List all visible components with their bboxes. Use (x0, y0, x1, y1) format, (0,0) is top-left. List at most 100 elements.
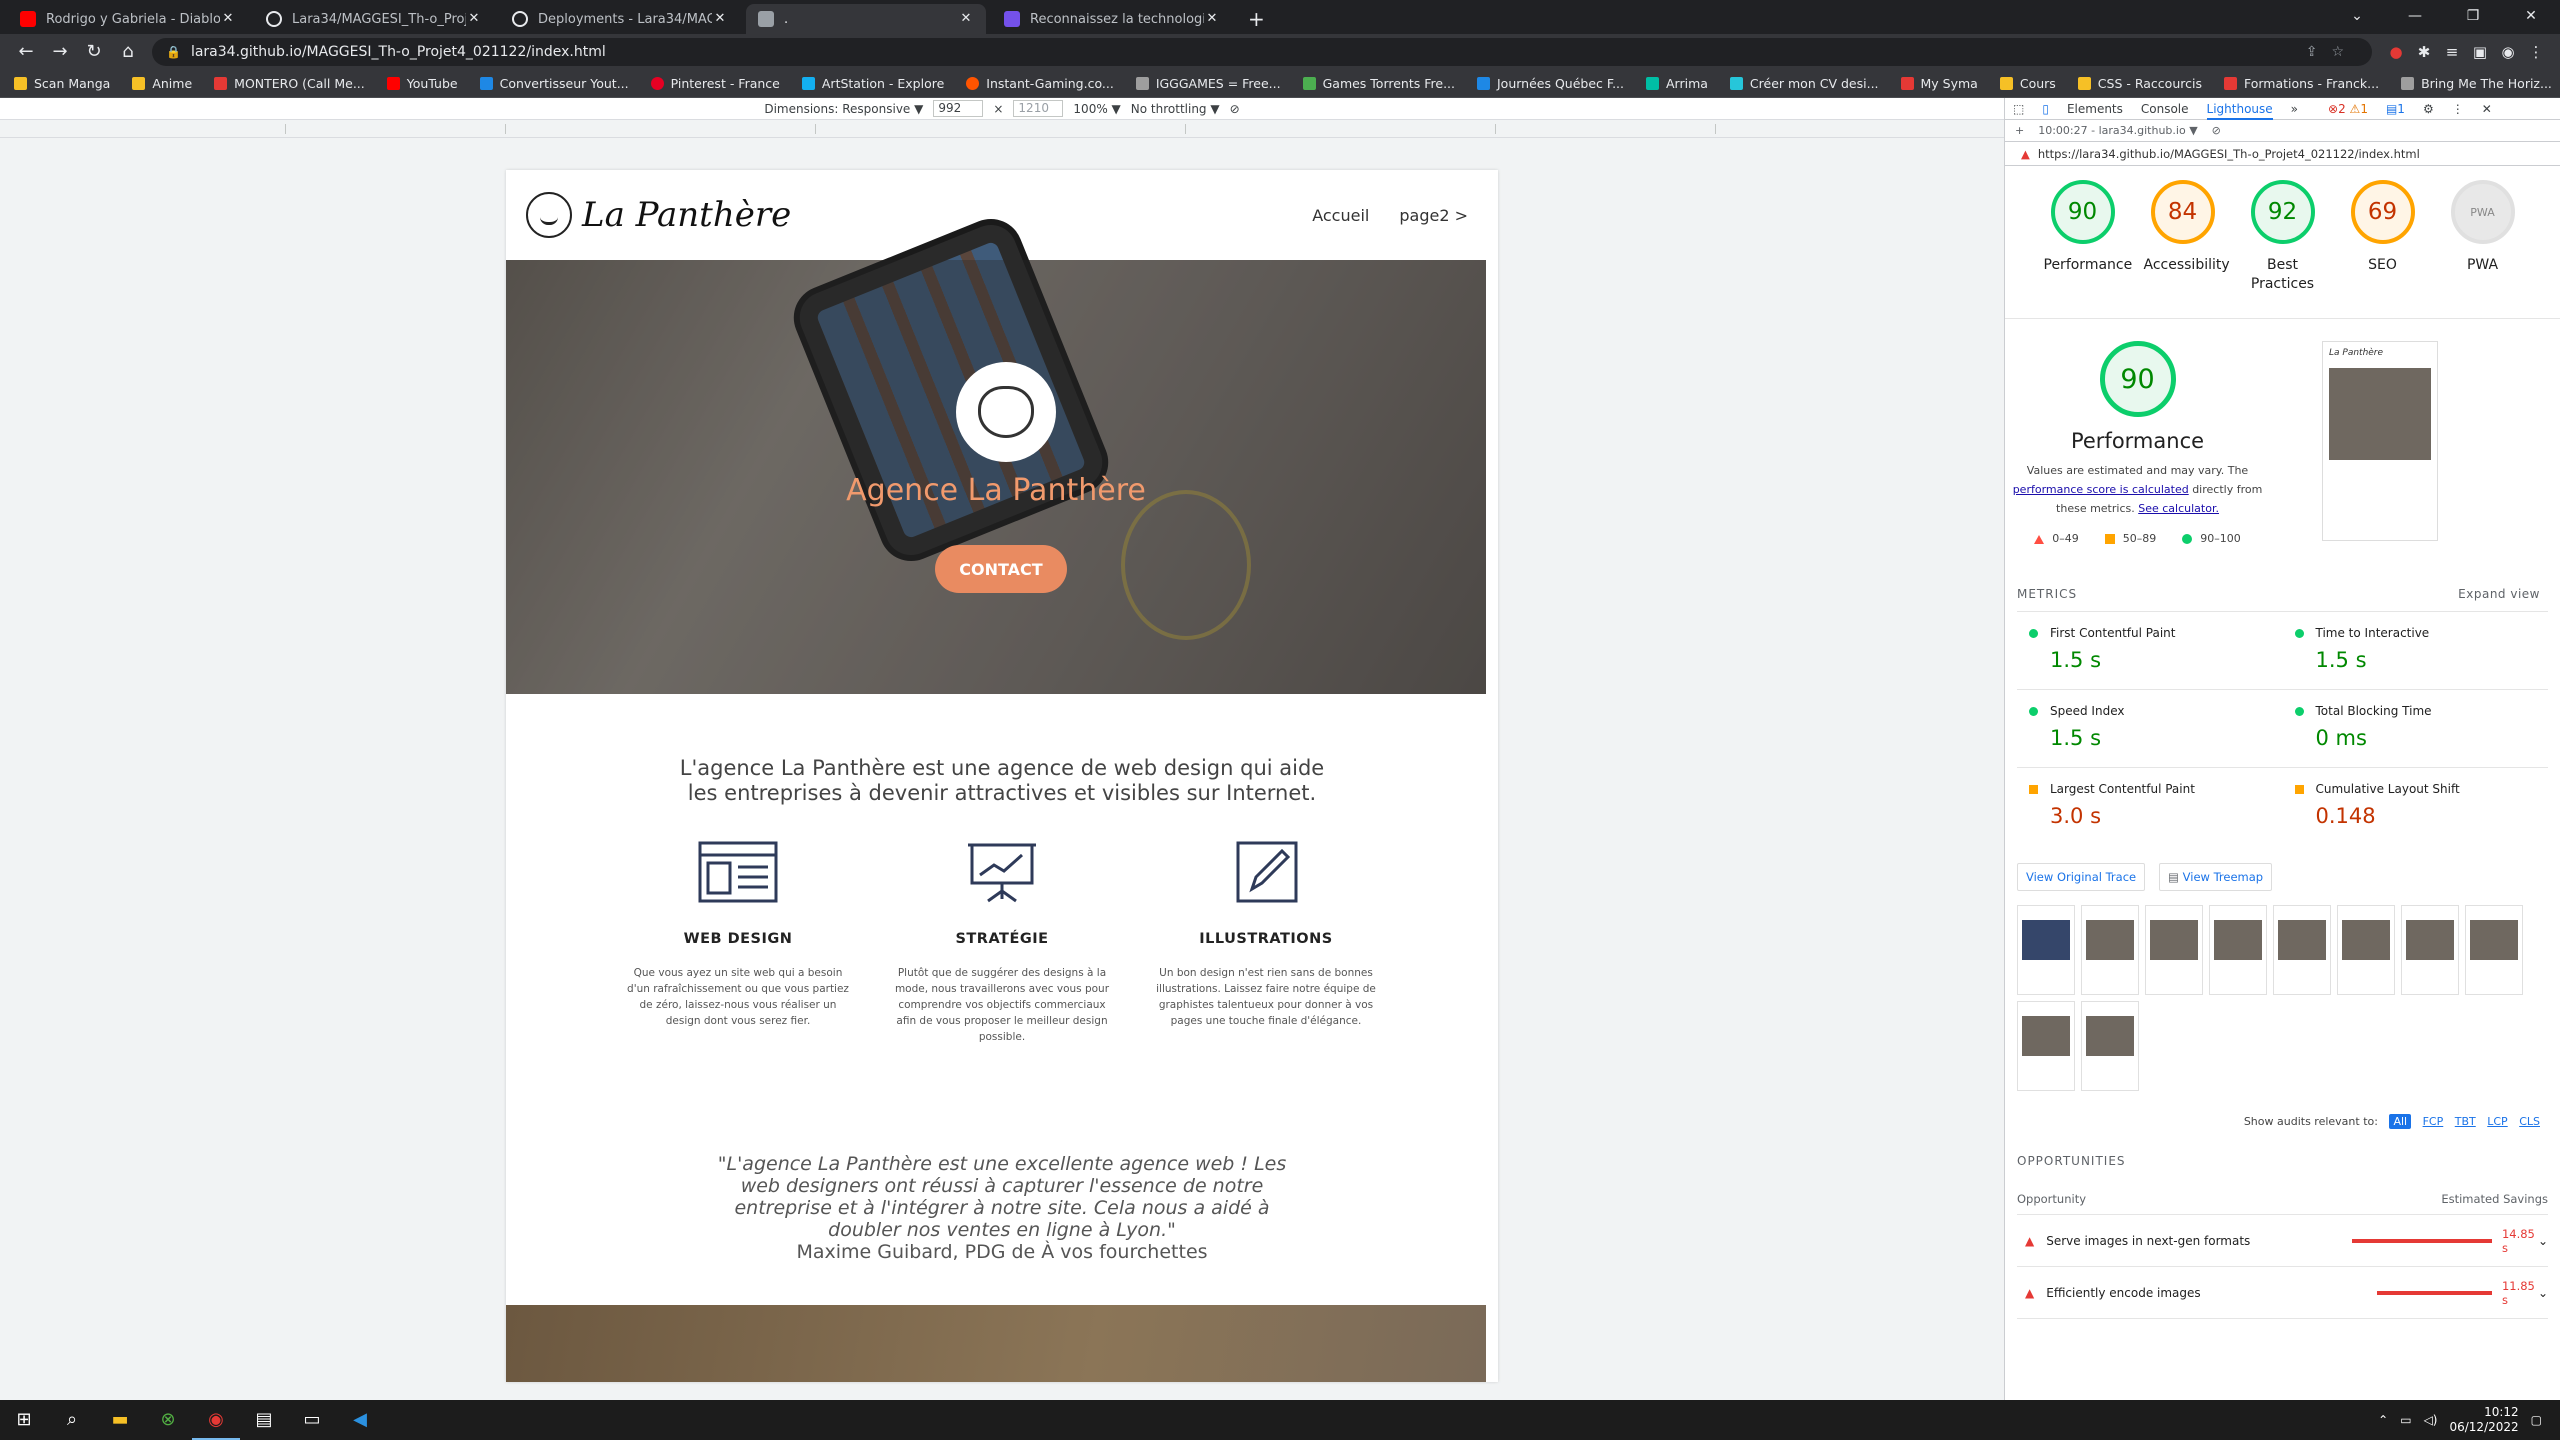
network-icon[interactable]: ▭ (2400, 1413, 2411, 1427)
close-icon[interactable]: ✕ (466, 11, 482, 27)
clock[interactable]: 10:12 06/12/2022 (2449, 1405, 2518, 1435)
tab-search-icon[interactable]: ⌄ (2328, 0, 2386, 32)
browser-tab-active[interactable]: . ✕ (746, 4, 986, 34)
bookmark[interactable]: Cours (1999, 76, 2056, 91)
expand-view-toggle[interactable]: Expand view (2458, 587, 2540, 601)
browser-tab[interactable]: Rodrigo y Gabriela - Diablo Rojo✕ (8, 4, 248, 34)
file-explorer-icon[interactable]: ▬ (96, 1400, 144, 1440)
bookmark[interactable]: Journées Québec F... (1477, 76, 1624, 91)
media-icon[interactable]: ≡ (2438, 38, 2466, 66)
bookmark[interactable]: Convertisseur Yout... (479, 76, 629, 91)
bookmark[interactable]: My Syma (1900, 76, 1978, 91)
browser-tab[interactable]: Reconnaissez la technologie d'un✕ (992, 4, 1232, 34)
nav-link-page2[interactable]: page2 > (1399, 206, 1468, 225)
volume-icon[interactable]: ◁) (2424, 1413, 2438, 1427)
browser-tab[interactable]: Deployments - Lara34/MAGGESI_✕ (500, 4, 740, 34)
bookmark[interactable]: Instant-Gaming.co... (966, 76, 1114, 91)
back-button[interactable]: ← (10, 36, 42, 68)
settings-icon[interactable]: ⚙ (2423, 102, 2434, 116)
sidepanel-icon[interactable]: ▣ (2466, 38, 2494, 66)
close-icon[interactable]: ✕ (958, 11, 974, 27)
terminal-icon[interactable]: ▭ (288, 1400, 336, 1440)
tab-console[interactable]: Console (2141, 102, 2189, 116)
bookmark[interactable]: Formations - Franck... (2223, 76, 2379, 91)
more-tabs-icon[interactable]: » (2291, 102, 2298, 116)
reload-button[interactable]: ↻ (78, 36, 110, 68)
new-tab-button[interactable]: + (1248, 4, 1265, 34)
width-input[interactable]: 992 (933, 100, 984, 117)
menu-icon[interactable]: ⋮ (2522, 38, 2550, 66)
home-button[interactable]: ⌂ (112, 36, 144, 68)
report-url[interactable]: https://lara34.github.io/MAGGESI_Th-o_Pr… (2038, 147, 2420, 161)
xbox-icon[interactable]: ⊗ (144, 1400, 192, 1440)
zoom-select[interactable]: 100% ▼ (1073, 102, 1120, 116)
chrome-icon[interactable]: ◉ (192, 1400, 240, 1440)
restore-button[interactable]: ❐ (2444, 0, 2502, 32)
gauge-performance[interactable]: 90 Performance (2044, 180, 2132, 294)
clear-icon[interactable]: ⊘ (2212, 124, 2221, 137)
puzzle-icon[interactable]: ✱ (2410, 38, 2438, 66)
forward-button[interactable]: → (44, 36, 76, 68)
filter-cls[interactable]: CLS (2519, 1115, 2540, 1128)
rotate-icon[interactable]: ⊘ (1230, 102, 1240, 116)
star-icon[interactable]: ☆ (2331, 44, 2358, 60)
bookmark[interactable]: YouTube (386, 76, 458, 91)
bookmark[interactable]: MONTERO (Call Me... (214, 76, 365, 91)
bookmark[interactable]: Games Torrents Fre... (1302, 76, 1455, 91)
close-icon[interactable]: ✕ (1204, 11, 1220, 27)
chevron-down-icon[interactable]: ⌄ (2538, 1286, 2548, 1300)
bookmark[interactable]: IGGGAMES = Free... (1135, 76, 1281, 91)
gauge-pwa[interactable]: PWA PWA (2444, 180, 2522, 294)
close-icon[interactable]: ✕ (220, 11, 236, 27)
close-devtools-icon[interactable]: ✕ (2482, 102, 2492, 116)
opportunity-row[interactable]: ▲ Serve images in next-gen formats 14.85 s… (2017, 1215, 2548, 1267)
score-calculated-link[interactable]: performance score is calculated (2013, 483, 2189, 496)
close-icon[interactable]: ✕ (712, 11, 728, 27)
browser-tab[interactable]: Lara34/MAGGESI_Th-o_Projet4_0✕ (254, 4, 494, 34)
notification-icon[interactable]: ▢ (2531, 1413, 2542, 1427)
bookmark[interactable]: Créer mon CV desi... (1729, 76, 1879, 91)
gauge-accessibility[interactable]: 84 Accessibility (2144, 180, 2230, 294)
devtools-menu-icon[interactable]: ⋮ (2452, 102, 2464, 116)
opportunity-row[interactable]: ▲ Efficiently encode images 11.85 s ⌄ (2017, 1267, 2548, 1319)
inspect-icon[interactable]: ⬚ (2013, 102, 2024, 116)
bookmark[interactable]: Arrima (1646, 76, 1708, 91)
notepad-icon[interactable]: ▤ (240, 1400, 288, 1440)
brand-name[interactable]: La Panthère (582, 195, 791, 235)
filter-fcp[interactable]: FCP (2423, 1115, 2444, 1128)
chevron-up-icon[interactable]: ⌃ (2378, 1413, 2388, 1427)
final-screenshot[interactable]: La Panthère (2322, 341, 2438, 541)
dimensions-select[interactable]: Dimensions: Responsive ▼ (764, 102, 923, 116)
avatar[interactable]: ◉ (2494, 38, 2522, 66)
error-count[interactable]: ⊗2 ⚠1 (2328, 102, 2368, 116)
filter-lcp[interactable]: LCP (2487, 1115, 2507, 1128)
search-icon[interactable]: ⌕ (48, 1400, 96, 1440)
extension-icon[interactable]: ● (2382, 38, 2410, 66)
bookmark[interactable]: Pinterest - France (650, 76, 780, 91)
height-input[interactable]: 1210 (1013, 100, 1064, 117)
windows-start-icon[interactable]: ⊞ (0, 1400, 48, 1440)
tab-lighthouse[interactable]: Lighthouse (2206, 98, 2273, 120)
view-treemap-button[interactable]: ▤ View Treemap (2159, 863, 2273, 891)
address-bar[interactable]: 🔒 lara34.github.io/MAGGESI_Th-o_Projet4_… (152, 38, 2372, 66)
bookmark[interactable]: CSS - Raccourcis (2077, 76, 2202, 91)
bookmark[interactable]: Scan Manga (14, 76, 110, 91)
contact-button[interactable]: CONTACT (935, 545, 1067, 593)
info-count[interactable]: ▤1 (2386, 102, 2405, 116)
close-window-button[interactable]: ✕ (2502, 0, 2560, 32)
nav-link-accueil[interactable]: Accueil (1312, 206, 1369, 225)
bookmark[interactable]: Bring Me The Horiz... (2401, 76, 2552, 91)
add-report-icon[interactable]: + (2015, 124, 2024, 137)
bookmark[interactable]: ArtStation - Explore (801, 76, 944, 91)
chevron-down-icon[interactable]: ⌄ (2538, 1234, 2548, 1248)
tab-elements[interactable]: Elements (2067, 102, 2123, 116)
device-toggle-icon[interactable]: ▯ (2042, 102, 2049, 116)
throttling-select[interactable]: No throttling ▼ (1131, 102, 1220, 116)
gauge-best-practices[interactable]: 92 Best Practices (2244, 180, 2322, 294)
view-original-trace-button[interactable]: View Original Trace (2017, 863, 2146, 891)
bookmark[interactable]: Anime (132, 76, 192, 91)
filter-all[interactable]: All (2389, 1114, 2412, 1129)
share-icon[interactable]: ⇪ (2306, 44, 2332, 60)
report-select[interactable]: 10:00:27 - lara34.github.io ▼ (2038, 124, 2197, 137)
vscode-icon[interactable]: ◀ (336, 1400, 384, 1440)
